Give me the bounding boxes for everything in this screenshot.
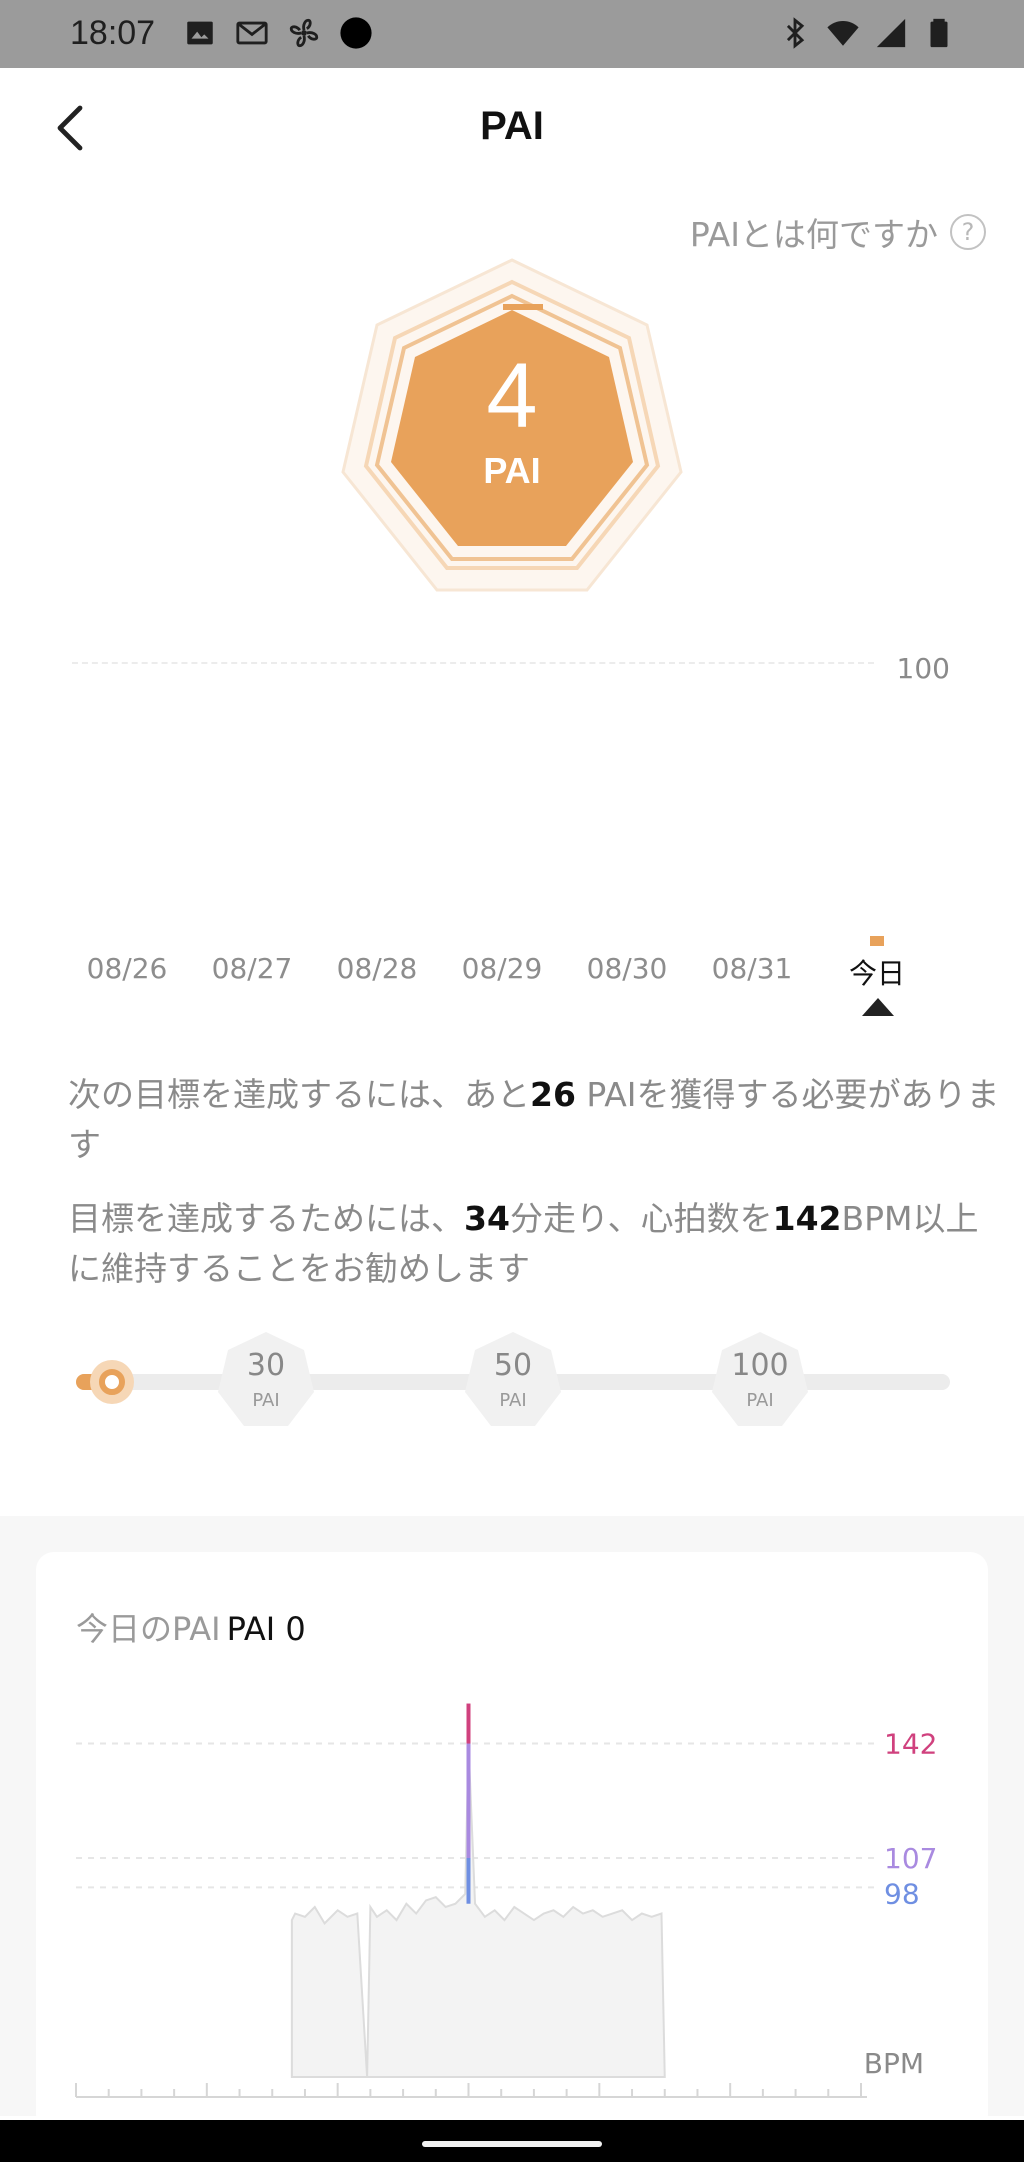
threshold-label: 107: [884, 1842, 937, 1875]
battery-icon: [930, 18, 948, 48]
trend-day-label[interactable]: 08/31: [697, 952, 807, 985]
status-left-icons: [183, 16, 373, 50]
status-right-icons: [778, 16, 956, 50]
fan-icon: [289, 18, 319, 48]
weekly-trend-chart: 100 08/26 08/27 08/28 08/29 08/30 08/31 …: [0, 640, 1024, 1020]
threshold-label: 98: [884, 1877, 920, 1910]
system-nav-bar: [0, 2120, 1024, 2162]
dot-icon: [340, 17, 372, 49]
pai-score-badge: 4 PAI: [331, 252, 693, 614]
trend-day-label[interactable]: 08/27: [197, 952, 307, 985]
remaining-pai: 26: [530, 1075, 576, 1114]
pai-score-unit: PAI: [483, 450, 541, 491]
next-goal-text: 次の目標を達成するには、あと26 PAIを獲得する必要があります: [68, 1075, 1000, 1164]
recommendation-text: 目標を達成するためには、34分走り、心拍数を142BPM以上に維持することをお勧…: [68, 1199, 979, 1288]
image-icon: [187, 21, 213, 45]
milestone-100: 100 PAI: [710, 1330, 810, 1432]
heart-rate-area: [290, 1743, 666, 2078]
pai-progress-track: 30 PAI 50 PAI 100 PAI: [70, 1330, 950, 1440]
progress-knob: [99, 1369, 125, 1395]
question-icon: ?: [950, 214, 986, 250]
bluetooth-icon: [786, 17, 805, 49]
trend-day-label[interactable]: 08/30: [572, 952, 682, 985]
home-gesture-handle[interactable]: [422, 2141, 602, 2147]
status-bar: 18:07: [0, 0, 1024, 68]
today-pai-card: 今日のPAIPAI 0 1421079800040812162024BPM: [36, 1552, 988, 2148]
recommended-minutes: 34: [464, 1199, 510, 1238]
trend-max-gridline: [72, 662, 874, 664]
trend-day-label-today[interactable]: 今日: [822, 952, 932, 992]
recommended-bpm: 142: [772, 1199, 842, 1238]
wifi-icon: [827, 20, 859, 46]
trend-max-label: 100: [896, 652, 950, 685]
page-title: PAI: [480, 104, 544, 148]
trend-day-label[interactable]: 08/26: [72, 952, 182, 985]
trend-day-label[interactable]: 08/28: [322, 952, 432, 985]
header: PAI: [0, 68, 1024, 186]
gmail-icon: [236, 21, 268, 45]
what-is-pai-link[interactable]: PAIとは何ですか ?: [690, 208, 986, 256]
help-link-label: PAIとは何ですか: [689, 215, 938, 254]
selected-day-arrow-icon: [862, 998, 894, 1016]
pai-score-value: 4: [486, 345, 538, 447]
bpm-unit-label: BPM: [864, 2047, 924, 2080]
milestone-50: 50 PAI: [463, 1330, 563, 1432]
signal-icon: [876, 18, 906, 48]
heart-rate-chart: 1421079800040812162024BPM: [58, 1703, 937, 2148]
milestone-30: 30 PAI: [216, 1330, 316, 1432]
threshold-label: 142: [884, 1728, 937, 1761]
trend-day-label[interactable]: 08/29: [447, 952, 557, 985]
today-pai-bar: [870, 936, 884, 946]
status-time: 18:07: [70, 14, 156, 52]
